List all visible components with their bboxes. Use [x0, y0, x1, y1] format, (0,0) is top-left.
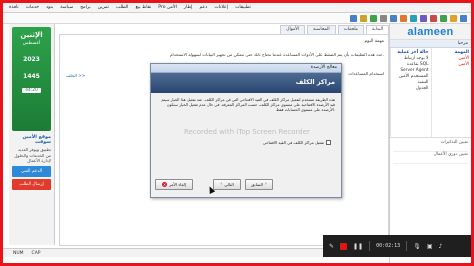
menu-item[interactable]: نقاط بيع: [135, 5, 151, 10]
menu-item[interactable]: تمرين: [98, 5, 109, 10]
month-label: أغسطس: [22, 41, 41, 46]
menu-item[interactable]: تطبيقات: [235, 5, 251, 10]
caps-lock-indicator: CAP: [31, 250, 41, 256]
divider: [406, 241, 408, 251]
brand-logo: alameen: [390, 24, 471, 40]
balances-wizard-dialog: معالج الأرصدة مراكز الكلف هذه الطريقة تس…: [150, 63, 342, 198]
sidebar-header: مرحبا: [390, 40, 471, 48]
divider: [369, 241, 371, 251]
date-widget: الإثنين أغسطس 2023 1445 44:20: [12, 27, 51, 131]
home-icon[interactable]: [460, 14, 467, 22]
tab-extensions[interactable]: ملحقات: [337, 25, 365, 34]
menu-item[interactable]: الأمن Pro: [158, 5, 177, 10]
site-description: تطبيق ويوفر العديد من الخدمات والحلول لإ…: [14, 147, 51, 163]
list-item[interactable]: تعيين دوري الأعمال: [393, 152, 468, 164]
back-link[interactable]: الخلف >>: [66, 73, 85, 78]
menu-item[interactable]: دعم: [199, 5, 207, 10]
screen-recorder-bar: ✎ ❚❚ 00:02:13 🎙 ▣ ♪: [323, 235, 471, 257]
app-window: نافذة خدمات بنود سياسة برامج تمرين الطلب…: [3, 3, 471, 263]
wizard-step-header: مراكز الكلف: [151, 73, 341, 93]
cancel-button[interactable]: ✕ إلغاء الأمر: [155, 178, 193, 190]
users-icon[interactable]: [420, 14, 427, 22]
list-item[interactable]: تعيين التذكيرات: [393, 140, 468, 152]
cancel-label: إلغاء الأمر: [169, 181, 186, 187]
task-status-table: حالة آخر عملية لا يوجد ارتباط بقاعدة SQL…: [390, 48, 471, 138]
volume-icon[interactable]: ♪: [438, 243, 442, 250]
back-label: السابق: [251, 181, 263, 187]
next-label: التالي: [224, 181, 234, 187]
support-button[interactable]: الدعم الفني: [12, 165, 51, 177]
report-icon[interactable]: [430, 14, 437, 22]
wizard-description: هذه الطريقة تستخدم لتفعيل مراكز الكلف في…: [161, 97, 335, 113]
logo-text: alameen: [407, 25, 454, 38]
menu-item[interactable]: خدمات: [26, 5, 39, 10]
purchase-icon[interactable]: [390, 14, 397, 22]
left-info-panel: الإثنين أغسطس 2023 1445 44:20 موقع الأمي…: [9, 24, 55, 245]
menu-item[interactable]: سياسة: [60, 5, 73, 10]
tab-funds[interactable]: الأموال: [280, 25, 306, 34]
pen-icon[interactable]: ✎: [329, 243, 334, 250]
help-icon[interactable]: [350, 14, 357, 22]
recorder-watermark: Recorded with iTop Screen Recorder: [184, 128, 310, 136]
menu-bar: نافذة خدمات بنود سياسة برامج تمرين الطلب…: [3, 3, 471, 13]
print-icon[interactable]: [380, 14, 387, 22]
tab-accounting[interactable]: المحاسبة: [307, 25, 336, 34]
task-column: المهمة الأمين الأمين: [430, 48, 472, 137]
arrow-left-icon: ‹: [220, 181, 223, 187]
cost-centers-checkbox-row[interactable]: تفعيل مراكز الكلف في القيد الافتتاحي: [263, 140, 331, 145]
cost-centers-checkbox[interactable]: [326, 140, 331, 145]
menu-item[interactable]: الطلب: [116, 5, 128, 10]
camera-icon[interactable]: ▣: [427, 243, 433, 250]
next-button[interactable]: ‹ التالي: [213, 178, 241, 190]
breadcrumb: مهمة اليوم: [364, 39, 384, 44]
dialog-title: معالج الأرصدة: [151, 64, 341, 73]
year-label: 2023: [23, 56, 40, 63]
main-tabs: البداية ملحقات المحاسبة الأموال: [59, 25, 389, 34]
accounts-icon[interactable]: [440, 14, 447, 22]
right-sidebar: alameen مرحبا حالة آخر عملية لا يوجد ارت…: [389, 24, 471, 263]
settings-icon[interactable]: [360, 14, 367, 22]
microphone-icon[interactable]: 🎙: [413, 243, 421, 250]
send-request-button[interactable]: إرسال الطلب: [12, 178, 51, 190]
day-label: الإثنين: [20, 31, 43, 39]
page-subtitle: استخدام المساعدات: [348, 71, 384, 76]
reminder-list: تعيين التذكيرات تعيين دوري الأعمال: [390, 138, 471, 166]
checkbox-label: تفعيل مراكز الكلف في القيد الافتتاحي: [262, 140, 324, 145]
num-lock-indicator: NUM: [13, 250, 24, 256]
page-description: حدد هذه التعليمات بأن يتم الضغط على الأد…: [169, 52, 384, 57]
pause-icon[interactable]: ❚❚: [353, 243, 363, 250]
tab-home[interactable]: البداية: [366, 25, 389, 34]
menu-item[interactable]: نافذة: [9, 5, 19, 10]
back-button[interactable]: السابق ›: [245, 178, 273, 190]
calculator-icon[interactable]: [370, 14, 377, 22]
task-line: الأمين: [458, 62, 469, 67]
time-label: 44:20: [22, 88, 41, 93]
inventory-icon[interactable]: [410, 14, 417, 22]
toolbar: [3, 13, 471, 24]
menu-item[interactable]: إعلانات: [214, 5, 228, 10]
sales-icon[interactable]: [400, 14, 407, 22]
menu-item[interactable]: برامج: [80, 5, 91, 10]
status-column: حالة آخر عملية لا يوجد ارتباط بقاعدة SQL…: [390, 48, 431, 137]
recording-timer: 00:02:13: [376, 243, 401, 249]
folder-icon[interactable]: [450, 14, 457, 22]
site-title: موقع الأمين سوفت: [22, 135, 51, 145]
arrow-right-icon: ›: [264, 181, 267, 187]
record-stop-icon[interactable]: [340, 242, 348, 250]
menu-item[interactable]: إطار: [184, 5, 193, 10]
status-line: الجدول: [415, 86, 429, 91]
cancel-icon: ✕: [162, 181, 168, 187]
wizard-button-row: ✕ إلغاء الأمر ‹ التالي السابق ›: [155, 177, 337, 191]
menu-item[interactable]: بنود: [46, 5, 53, 10]
hijri-year-label: 1445: [23, 73, 40, 80]
